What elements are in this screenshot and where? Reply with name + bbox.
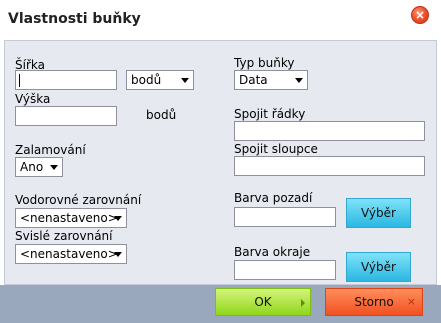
valign-select[interactable]: <nenastaveno>: [15, 244, 127, 264]
bgcolor-label: Barva pozadí: [234, 191, 313, 205]
height-input[interactable]: [15, 106, 117, 126]
bordercolor-input[interactable]: [234, 260, 336, 280]
wrap-select[interactable]: Ano: [15, 157, 63, 177]
width-input[interactable]: [15, 70, 117, 90]
celltype-label: Typ buňky: [234, 56, 295, 70]
close-icon: ×: [414, 8, 426, 22]
chevron-down-icon: [114, 216, 122, 221]
bordercolor-label: Barva okraje: [234, 245, 311, 259]
halign-label: Vodorovné zarovnání: [15, 193, 142, 207]
colspan-input[interactable]: [234, 156, 425, 176]
celltype-select[interactable]: Data: [234, 70, 308, 90]
rowspan-input[interactable]: [234, 121, 425, 141]
width-unit-select[interactable]: bodů: [126, 70, 194, 90]
chevron-down-icon: [50, 165, 58, 170]
ok-button[interactable]: OK: [215, 288, 311, 316]
bgcolor-input[interactable]: [234, 207, 336, 227]
bordercolor-select-button[interactable]: Výběr: [346, 252, 411, 282]
wrap-label: Zalamování: [15, 143, 86, 157]
cancel-button[interactable]: Storno ×: [325, 288, 423, 316]
chevron-down-icon: [295, 78, 303, 83]
valign-label: Svislé zarovnání: [15, 229, 113, 243]
close-button[interactable]: ×: [411, 6, 429, 24]
bgcolor-select-button[interactable]: Výběr: [346, 198, 411, 228]
close-icon: ×: [406, 295, 416, 308]
text-caret: [19, 74, 20, 87]
colspan-label: Spojit sloupce: [234, 142, 318, 156]
arrow-right-icon: [301, 299, 305, 307]
chevron-down-icon: [181, 78, 189, 83]
halign-select[interactable]: <nenastaveno>: [15, 208, 127, 228]
dialog-titlebar: Vlastnosti buňky ×: [0, 0, 441, 40]
rowspan-label: Spojit řádky: [234, 107, 306, 121]
dialog-title: Vlastnosti buňky: [8, 11, 141, 27]
cell-properties-dialog: Vlastnosti buňky × Šířka bodů Výška bodů…: [0, 0, 441, 323]
chevron-down-icon: [114, 252, 122, 257]
height-label: Výška: [15, 92, 51, 106]
height-unit-label: bodů: [146, 108, 177, 122]
